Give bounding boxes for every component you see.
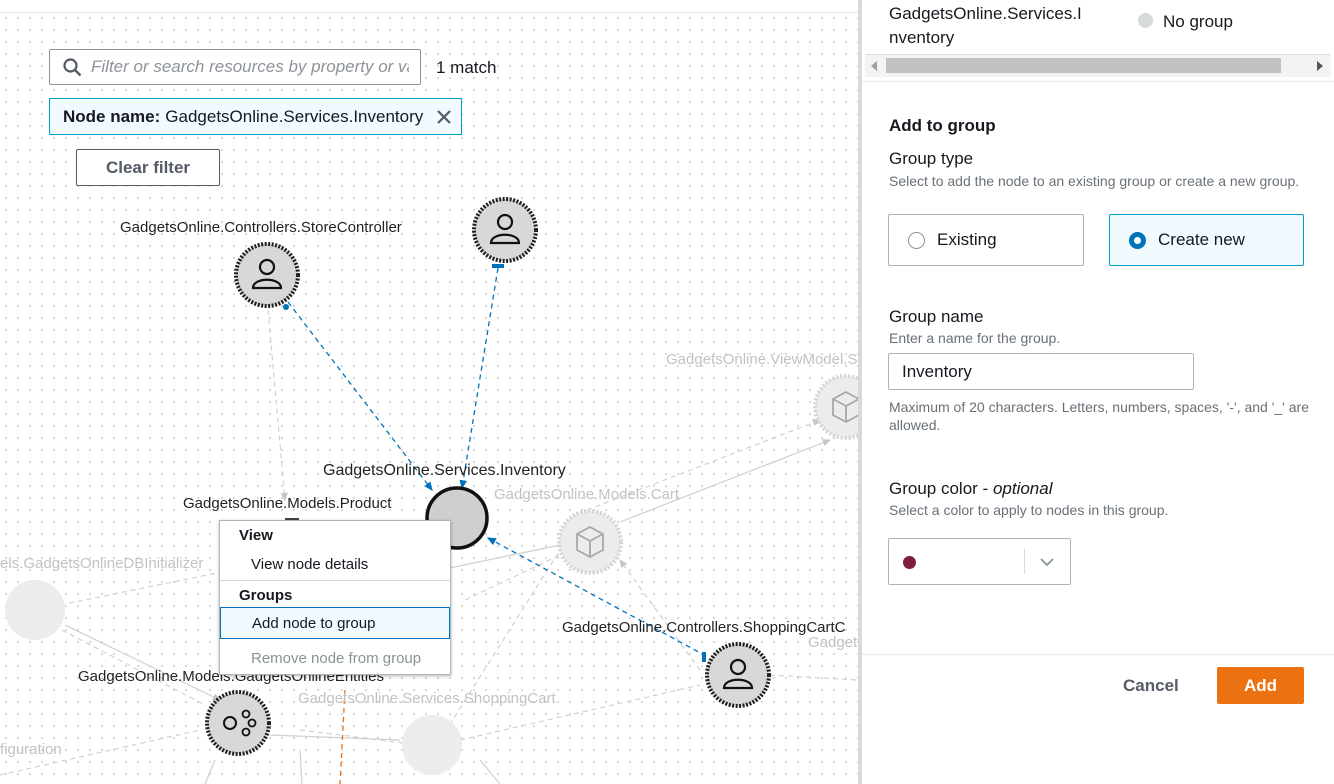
inventory-label: GadgetsOnline.Services.Inventory [323, 462, 566, 479]
group-color-label-text: Group color - [889, 479, 993, 498]
shopping-cart-service-node [402, 715, 462, 775]
no-group-status-icon [1138, 13, 1153, 28]
add-to-group-title: Add to group [889, 116, 996, 135]
group-color-optional: optional [992, 479, 1053, 498]
group-type-description: Select to add the node to an existing gr… [889, 173, 1300, 189]
group-name-constraint: Maximum of 20 characters. Letters, numbe… [889, 399, 1309, 433]
entities-node [205, 690, 271, 756]
product-label: GadgetsOnline.Models.Product [183, 495, 392, 512]
select-divider [1024, 549, 1025, 574]
selected-color-swatch [903, 556, 916, 569]
group-color-select[interactable] [888, 538, 1071, 585]
create-new-radio[interactable] [1129, 231, 1146, 249]
context-menu-view-header: View [239, 527, 273, 544]
existing-option-label: Existing [937, 230, 997, 249]
viewmodel-node [813, 374, 858, 440]
create-new-option-label: Create new [1158, 230, 1245, 249]
match-count: 1 match [436, 58, 497, 77]
shopping-cart-service-label: GadgetsOnline.Services.ShoppingCart [298, 690, 556, 707]
group-color-description: Select a color to apply to nodes in this… [889, 502, 1169, 518]
node-name-line2: nventory [889, 28, 955, 47]
top-controller-node [472, 197, 538, 263]
group-color-label: Group color - optional [889, 479, 1053, 499]
close-icon[interactable] [435, 108, 453, 126]
existing-option-tile[interactable]: Existing [888, 214, 1084, 266]
dependency-graph-canvas[interactable]: GadgetsOnline.Controllers.StoreControlle… [0, 0, 858, 784]
group-name-description: Enter a name for the group. [889, 330, 1061, 346]
table-row-node-name: GadgetsOnline.Services.I nventory [889, 2, 1119, 50]
configuration-label: figuration [0, 741, 62, 758]
filter-token: Node name: GadgetsOnline.Services.Invent… [49, 98, 463, 135]
context-menu-divider [220, 580, 450, 581]
context-menu-groups-header: Groups [239, 587, 293, 604]
edge-port [702, 652, 706, 662]
existing-radio[interactable] [908, 231, 925, 249]
node-name-line1: GadgetsOnline.Services.I [889, 4, 1082, 23]
horizontal-scrollbar[interactable] [865, 54, 1331, 77]
remove-node-from-group-item[interactable]: Remove node from group [220, 642, 450, 674]
store-controller-label: GadgetsOnline.Controllers.StoreControlle… [120, 219, 402, 236]
scroll-right-icon[interactable] [1317, 61, 1323, 71]
shopping-cart-controller-node [705, 642, 771, 708]
section-divider [862, 81, 1334, 82]
search-icon [63, 57, 82, 76]
gadget-label: Gadget [808, 634, 858, 651]
scrollbar-thumb[interactable] [886, 58, 1281, 73]
create-new-option-tile[interactable]: Create new [1109, 214, 1304, 266]
add-node-to-group-item[interactable]: Add node to group [220, 607, 450, 639]
db-initializer-label: els.GadgetsOnlineDBInitializer [0, 555, 203, 572]
node-context-menu: View View node details Groups Add node t… [219, 520, 451, 675]
edge-port [492, 264, 504, 268]
cancel-button[interactable]: Cancel [1123, 676, 1179, 696]
group-name-label: Group name [889, 307, 984, 326]
viewmodel-label: GadgetsOnline.ViewModel.S [666, 351, 858, 368]
shopping-cart-controller-label: GadgetsOnline.Controllers.ShoppingCartC [562, 619, 846, 636]
cart-node [557, 509, 623, 575]
chevron-down-icon[interactable] [1039, 557, 1055, 567]
cart-label: GadgetsOnline.Models.Cart [494, 486, 680, 503]
clear-filter-button[interactable]: Clear filter [76, 149, 220, 186]
edge-port [283, 304, 289, 310]
filter-token-key: Node name: [63, 106, 161, 126]
db-initializer-node [5, 580, 65, 640]
search-input[interactable] [91, 57, 409, 77]
search-filter-box[interactable] [49, 49, 421, 85]
group-status-text: No group [1163, 12, 1233, 31]
view-node-details-item[interactable]: View node details [220, 548, 450, 580]
footer-divider [862, 654, 1334, 655]
group-name-input[interactable] [888, 353, 1194, 390]
group-side-panel: GadgetsOnline.Services.I nventory No gro… [858, 0, 1334, 784]
group-type-label: Group type [889, 149, 974, 168]
filter-token-value: GadgetsOnline.Services.Inventory [165, 106, 424, 126]
add-button[interactable]: Add [1217, 667, 1304, 704]
scroll-left-icon[interactable] [871, 61, 877, 71]
store-controller-node [234, 242, 300, 308]
